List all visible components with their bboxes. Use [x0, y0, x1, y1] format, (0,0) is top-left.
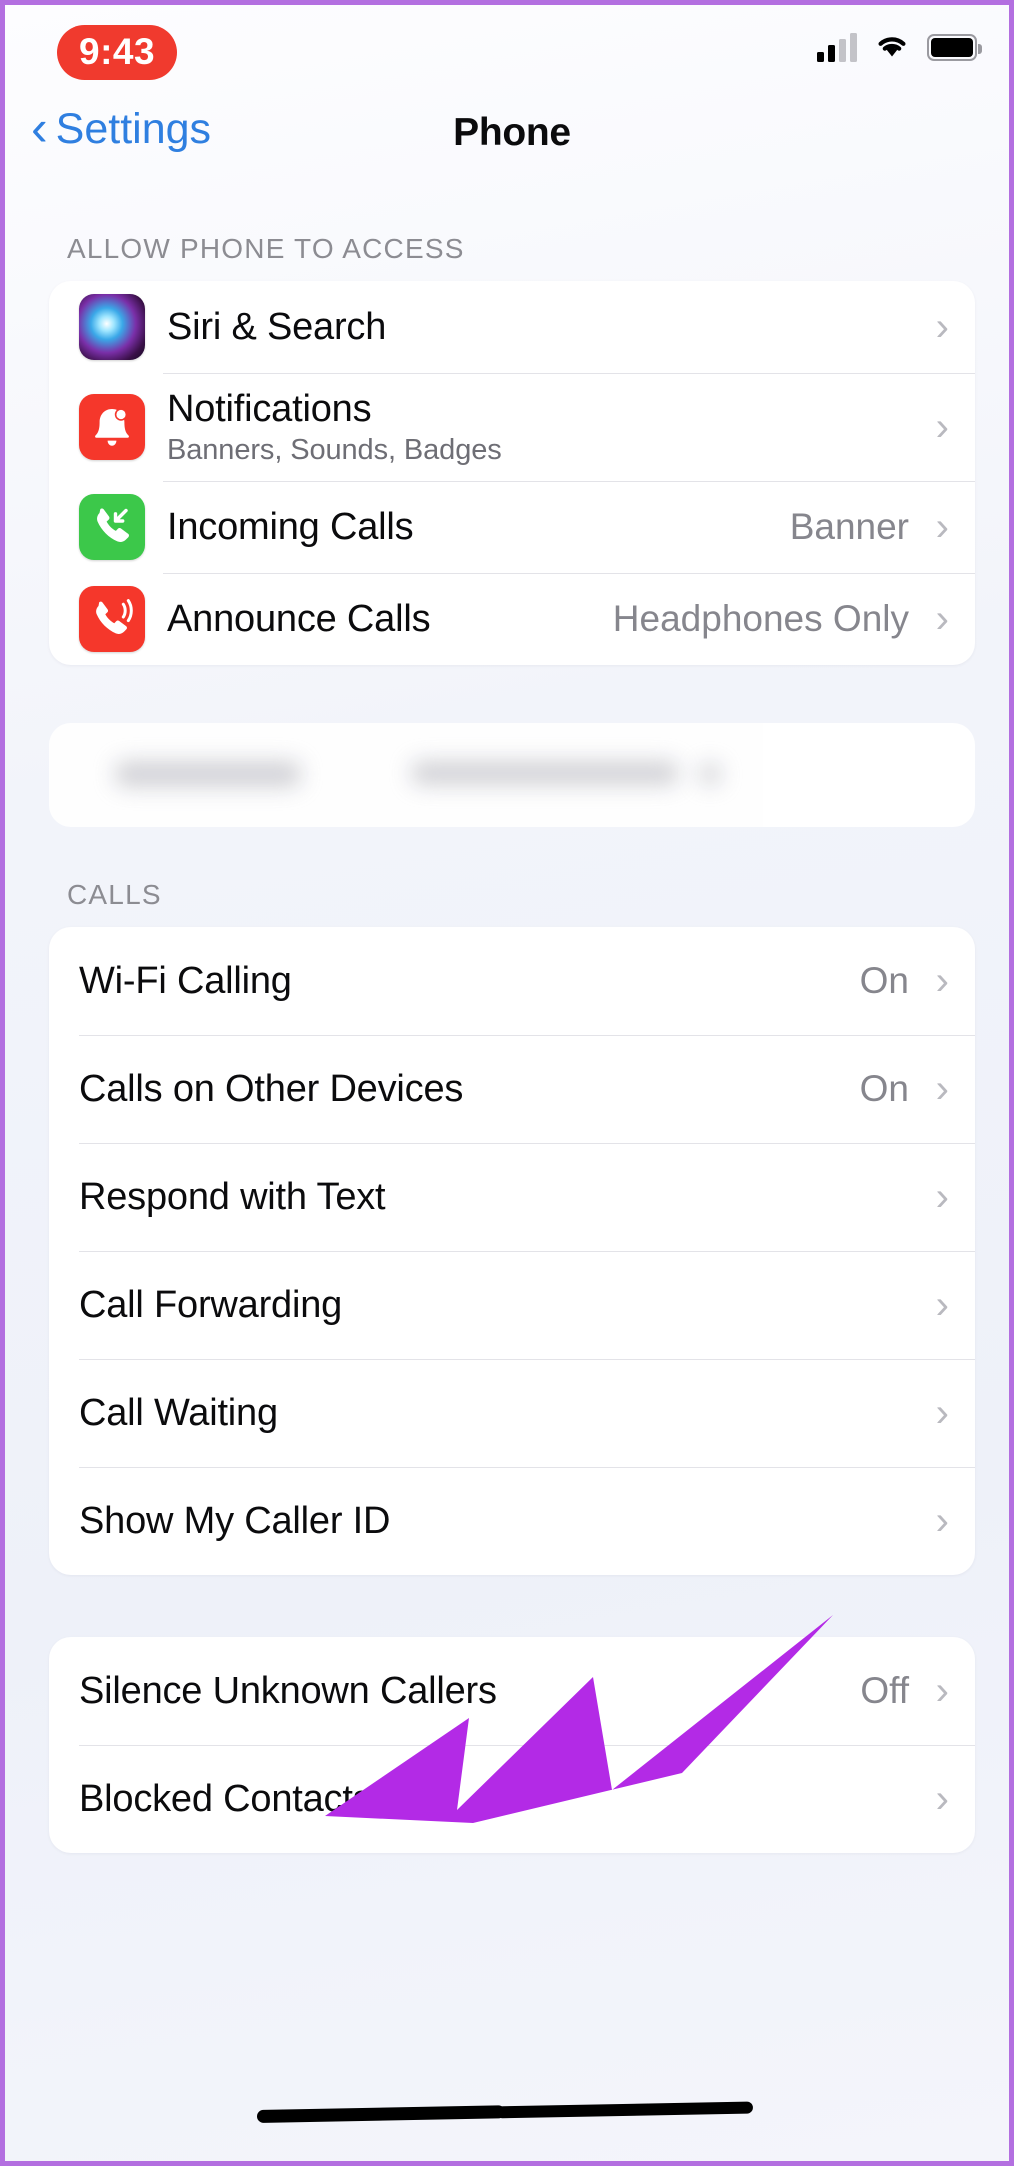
allow-access-card: Siri & Search › Notifications Banners, S… — [49, 281, 975, 665]
row-call-forwarding[interactable]: Call Forwarding › — [49, 1251, 975, 1359]
calls-card: Wi-Fi Calling On › Calls on Other Device… — [49, 927, 975, 1575]
chevron-right-icon: › — [935, 959, 949, 1003]
row-incoming-calls[interactable]: Incoming Calls Banner › — [49, 481, 975, 573]
redacted-accessory — [699, 763, 721, 785]
wifi-icon — [874, 31, 910, 64]
row-label: Wi-Fi Calling — [79, 959, 292, 1002]
row-label: Show My Caller ID — [79, 1499, 391, 1542]
page-title: Phone — [453, 111, 571, 154]
row-value: On — [859, 1068, 909, 1109]
row-calls-on-other-devices[interactable]: Calls on Other Devices On › — [49, 1035, 975, 1143]
row-label: Respond with Text — [79, 1175, 386, 1218]
row-label: Blocked Contacts — [79, 1777, 372, 1820]
announce-call-icon — [79, 586, 145, 652]
row-label: Call Waiting — [79, 1391, 278, 1434]
chevron-right-icon: › — [935, 1499, 949, 1543]
section-header-calls: CALLS — [67, 879, 162, 910]
row-wifi-calling[interactable]: Wi-Fi Calling On › — [49, 927, 975, 1035]
phone-screen: 9:43 ‹ Settings Phone ALLOW PHONE TO ACC… — [0, 0, 1014, 2166]
row-silence-unknown-callers[interactable]: Silence Unknown Callers Off › — [49, 1637, 975, 1745]
status-indicators — [817, 31, 982, 64]
redacted-row-card — [49, 723, 975, 827]
row-value: Off — [860, 1670, 909, 1711]
chevron-right-icon: › — [935, 1283, 949, 1327]
row-label: Incoming Calls — [167, 505, 414, 548]
row-label: Notifications — [167, 387, 372, 430]
battery-icon — [927, 34, 982, 61]
row-label: Announce Calls — [167, 597, 431, 640]
row-siri-and-search[interactable]: Siri & Search › — [49, 281, 975, 373]
blocking-card: Silence Unknown Callers Off › Blocked Co… — [49, 1637, 975, 1853]
status-time-recording-pill: 9:43 — [57, 25, 178, 80]
row-label: Call Forwarding — [79, 1283, 343, 1326]
chevron-right-icon: › — [935, 597, 949, 641]
redacted-label — [115, 761, 301, 787]
row-announce-calls[interactable]: Announce Calls Headphones Only › — [49, 573, 975, 665]
bell-icon — [79, 394, 145, 460]
row-blocked-contacts[interactable]: Blocked Contacts › — [49, 1745, 975, 1853]
row-call-waiting[interactable]: Call Waiting › — [49, 1359, 975, 1467]
section-header-allow: ALLOW PHONE TO ACCESS — [67, 233, 465, 264]
chevron-right-icon: › — [935, 305, 949, 349]
cellular-signal-icon — [817, 32, 857, 62]
row-label: Siri & Search — [167, 305, 387, 348]
home-indicator-bar — [256, 2105, 506, 2123]
settings-content: ALLOW PHONE TO ACCESS Siri & Search › No… — [5, 187, 1009, 1853]
chevron-right-icon: › — [935, 1669, 949, 1713]
row-value: On — [859, 960, 909, 1001]
chevron-right-icon: › — [935, 505, 949, 549]
chevron-right-icon: › — [935, 405, 949, 449]
status-bar: 9:43 — [5, 5, 1009, 105]
redacted-value — [411, 761, 679, 785]
row-value: Headphones Only — [612, 598, 909, 639]
chevron-right-icon: › — [935, 1067, 949, 1111]
row-notifications[interactable]: Notifications Banners, Sounds, Badges › — [49, 373, 975, 481]
row-label: Calls on Other Devices — [79, 1067, 464, 1110]
row-label: Silence Unknown Callers — [79, 1669, 497, 1712]
siri-icon — [79, 294, 145, 360]
navigation-bar: ‹ Settings Phone — [5, 101, 1009, 187]
chevron-right-icon: › — [935, 1175, 949, 1219]
row-value: Banner — [789, 506, 909, 547]
chevron-right-icon: › — [935, 1391, 949, 1435]
row-show-my-caller-id[interactable]: Show My Caller ID › — [49, 1467, 975, 1575]
row-subtitle: Banners, Sounds, Badges — [167, 433, 502, 466]
incoming-call-icon — [79, 494, 145, 560]
row-respond-with-text[interactable]: Respond with Text › — [49, 1143, 975, 1251]
chevron-right-icon: › — [935, 1777, 949, 1821]
